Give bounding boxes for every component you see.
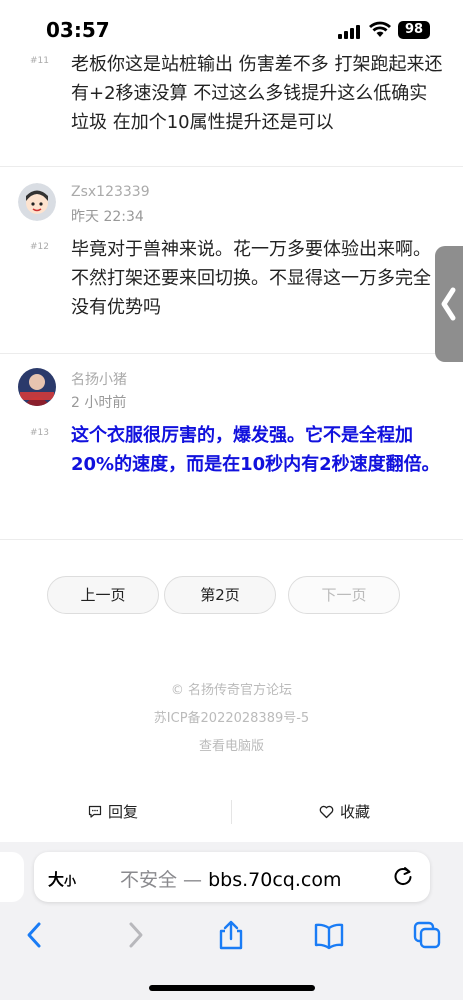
favorite-button[interactable]: 收藏: [319, 792, 370, 832]
avatar[interactable]: [18, 368, 56, 406]
post-content: 这个衣服很厉害的，爆发强。它不是全程加20%的速度，而是在10秒内有2秒速度翻倍…: [71, 425, 440, 475]
cellular-signal-icon: [338, 23, 362, 39]
url-display[interactable]: 不安全 — bbs.70cq.com: [120, 865, 341, 892]
reply-label: 回复: [108, 803, 139, 821]
aa-large: 大: [48, 870, 65, 889]
avatar[interactable]: [18, 183, 56, 221]
aa-small: 小: [64, 874, 77, 888]
url-domain: bbs.70cq.com: [208, 869, 342, 891]
post-divider: [0, 539, 463, 540]
prev-page-button[interactable]: 上一页: [47, 576, 159, 614]
next-page-button[interactable]: 下一页: [288, 576, 400, 614]
share-icon[interactable]: [216, 920, 246, 950]
action-divider: [231, 800, 232, 824]
heart-icon: [319, 805, 334, 819]
browser-toolbar: 大小 不安全 — bbs.70cq.com: [0, 842, 463, 1000]
desktop-version-link[interactable]: 查看电脑版: [0, 735, 463, 754]
status-time: 03:57: [46, 18, 110, 42]
icp-link[interactable]: 苏ICP备2022028389号-5: [0, 707, 463, 726]
comment-icon: [88, 805, 102, 818]
copyright-text: © 名扬传奇官方论坛: [170, 683, 293, 698]
side-drawer-handle[interactable]: [435, 246, 463, 362]
post-content: 毕竟对于兽神来说。花一万多要体验出来啊。不然打架还要来回切换。不显得这一万多完全…: [71, 239, 431, 318]
floor-number: #11: [30, 56, 49, 66]
back-icon[interactable]: [20, 920, 50, 950]
post-divider: [0, 166, 463, 167]
home-indicator: [149, 985, 315, 991]
previous-tab-preview[interactable]: [0, 852, 24, 902]
battery-indicator: 98: [398, 21, 430, 39]
page: 03:57 98 #11 老板你这是站桩输出 伤害差不多 打架跑起来还有+2移速…: [0, 0, 463, 1000]
post-time: 昨天 22:34: [71, 209, 144, 225]
username[interactable]: 名扬小猪: [71, 369, 127, 389]
page-settings-button[interactable]: 大小: [48, 866, 76, 890]
current-page-button[interactable]: 第2页: [164, 576, 276, 614]
post-divider: [0, 353, 463, 354]
floor-number: #12: [30, 242, 49, 252]
tabs-icon[interactable]: [412, 920, 442, 950]
forward-icon[interactable]: [120, 920, 150, 950]
username[interactable]: Zsx123339: [71, 184, 150, 200]
address-bar[interactable]: 大小 不安全 — bbs.70cq.com: [34, 852, 430, 902]
wifi-icon: [369, 21, 391, 37]
floor-number: #13: [30, 428, 49, 438]
favorite-label: 收藏: [340, 803, 371, 821]
reply-button[interactable]: 回复: [88, 792, 138, 832]
bookmarks-icon[interactable]: [314, 920, 344, 950]
post-action-bar: 回复 收藏: [0, 792, 463, 832]
chevron-left-icon: [441, 287, 456, 321]
insecure-label: 不安全 —: [120, 869, 203, 891]
post-time: 2 小时前: [71, 395, 127, 411]
reload-icon[interactable]: [392, 865, 414, 887]
status-bar: 03:57 98: [0, 0, 463, 56]
post-content: 老板你这是站桩输出 伤害差不多 打架跑起来还有+2移速没算 不过这么多钱提升这么…: [71, 54, 443, 133]
